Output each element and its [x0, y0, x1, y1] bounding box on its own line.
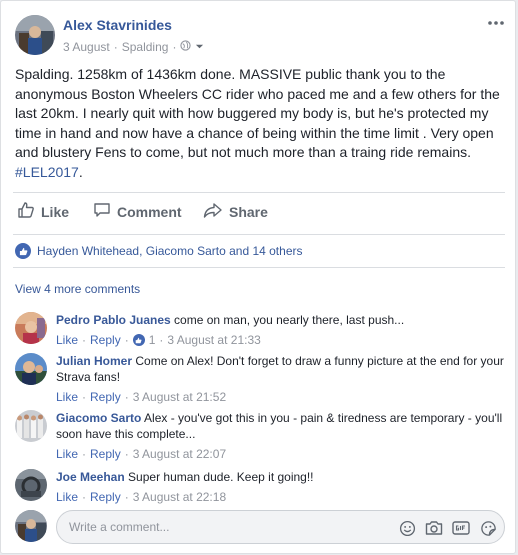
more-options-icon[interactable] [488, 13, 504, 31]
comment-like-link[interactable]: Like [56, 389, 78, 405]
view-more-comments[interactable]: View 4 more comments [15, 282, 140, 296]
divider [13, 192, 505, 193]
comment-body: Joe Meehan Super human dude. Keep it goi… [56, 469, 504, 505]
comment-input-placeholder: Write a comment... [69, 520, 170, 534]
commenter-avatar[interactable] [15, 410, 47, 442]
comment-input[interactable]: Write a comment... [56, 510, 505, 544]
comment-text: Super human dude. Keep it going!! [128, 470, 314, 484]
comment-body: Giacomo Sarto Alex - you've got this in … [56, 410, 504, 462]
comment-timestamp[interactable]: 3 August at 21:52 [133, 389, 226, 405]
comment-reply-link[interactable]: Reply [90, 489, 121, 505]
thumbs-up-icon [17, 201, 35, 222]
comment-reply-link[interactable]: Reply [90, 389, 121, 405]
post-text: Spalding. 1258km of 1436km done. MASSIVE… [15, 65, 503, 182]
like-reaction-icon [15, 243, 31, 259]
audience-dropdown-icon[interactable] [195, 40, 204, 54]
post-location[interactable]: Spalding [122, 40, 169, 54]
post-card: Alex Stavrinides 3 August · Spalding · S… [0, 0, 516, 554]
share-icon [203, 201, 223, 222]
camera-icon[interactable] [424, 518, 444, 538]
post-hashtag[interactable]: #LEL2017 [15, 164, 79, 180]
comment-timestamp[interactable]: 3 August at 22:07 [133, 446, 226, 462]
author-avatar[interactable] [15, 15, 55, 55]
gif-icon[interactable] [451, 518, 471, 538]
comment-reply-link[interactable]: Reply [90, 446, 121, 462]
comment-icon [93, 201, 111, 222]
comment-timestamp[interactable]: 3 August at 22:18 [133, 489, 226, 505]
reaction-names[interactable]: Hayden Whitehead, Giacomo Sarto and 14 o… [37, 244, 303, 258]
comment-like-link[interactable]: Like [56, 446, 78, 462]
globe-icon [180, 40, 192, 54]
commenter-name[interactable]: Giacomo Sarto [56, 411, 141, 425]
comment-text: come on man, you nearly there, last push… [174, 313, 405, 327]
share-label: Share [229, 203, 268, 220]
like-label: Like [41, 203, 70, 220]
comment-actions: Like · Reply · 3 August at 21:52 [56, 389, 227, 405]
share-button[interactable]: Share [203, 201, 268, 222]
comment-label: Comment [117, 203, 182, 220]
post-author-name[interactable]: Alex Stavrinides [63, 17, 172, 33]
commenter-name[interactable]: Pedro Pablo Juanes [56, 313, 171, 327]
comment-actions: Like · Reply · 3 August at 22:18 [56, 489, 227, 505]
post-meta: 3 August · Spalding · [63, 40, 204, 54]
comment-timestamp[interactable]: 3 August at 21:33 [167, 332, 260, 348]
commenter-avatar[interactable] [15, 469, 47, 501]
commenter-name[interactable]: Joe Meehan [56, 470, 125, 484]
write-comment-row: Write a comment... [15, 510, 505, 544]
comment-like-count[interactable]: 1 [149, 332, 156, 348]
post-body: Spalding. 1258km of 1436km done. MASSIVE… [15, 66, 500, 160]
commenter-avatar[interactable] [15, 312, 47, 344]
like-button[interactable]: Like [17, 201, 69, 222]
comment-input-tools [397, 518, 498, 538]
comment-actions: Like · Reply · 1 · 3 August at 21:33 [56, 332, 261, 348]
emoji-icon[interactable] [397, 518, 417, 538]
comment-reply-link[interactable]: Reply [90, 332, 121, 348]
commenter-avatar[interactable] [15, 353, 47, 385]
comment-actions: Like · Reply · 3 August at 22:07 [56, 446, 227, 462]
post-body-end: . [78, 163, 83, 180]
current-user-avatar [15, 510, 47, 542]
comment-like-link[interactable]: Like [56, 489, 78, 505]
commenter-name[interactable]: Julian Homer [56, 354, 132, 368]
sticker-icon[interactable] [478, 518, 498, 538]
comment-body: Julian Homer Come on Alex! Don't forget … [56, 353, 504, 405]
post-date[interactable]: 3 August [63, 40, 110, 54]
like-reaction-icon [132, 334, 145, 346]
divider [13, 234, 505, 235]
reaction-summary[interactable]: Hayden Whitehead, Giacomo Sarto and 14 o… [15, 243, 303, 259]
comment-like-link[interactable]: Like [56, 332, 78, 348]
comment-button[interactable]: Comment [93, 201, 182, 222]
comment-body: Pedro Pablo Juanes come on man, you near… [56, 312, 504, 348]
divider [13, 267, 505, 268]
